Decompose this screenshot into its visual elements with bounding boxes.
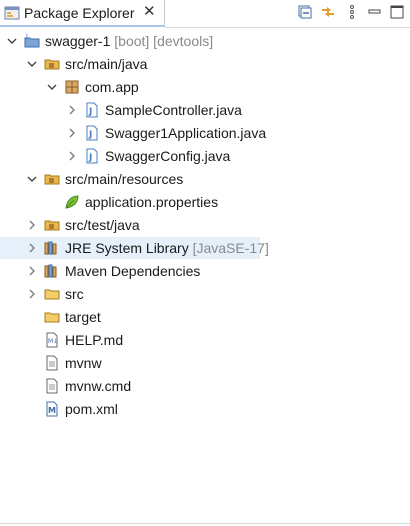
tree-row-src-test-java[interactable]: src/test/java [0,214,410,236]
view-tab-bar: Package Explorer ✕ [0,0,410,28]
tree-row-src-main-java[interactable]: src/main/java [0,53,410,75]
tree-row-swagger1-application[interactable]: J Swagger1Application.java [0,122,410,144]
svg-text:J: J [88,107,92,117]
collapse-all-icon[interactable] [297,4,313,20]
tree-row-maven-dependencies[interactable]: Maven Dependencies [0,260,410,282]
tree-row-package-com-app[interactable]: com.app [0,76,410,98]
tree-row-folder-src[interactable]: src [0,283,410,305]
folder-icon [44,286,60,302]
jre-library-decoration: [JavaSE-17] [192,240,269,256]
pom-xml-label: pom.xml [65,401,118,417]
chevron-right-icon[interactable] [26,217,38,233]
svg-text:J: J [88,130,92,140]
library-icon [44,263,60,279]
tree-row-pom-xml[interactable]: M pom.xml [0,398,410,420]
src-main-resources-label: src/main/resources [65,171,184,187]
tree-row-mvnw[interactable]: mvnw [0,352,410,374]
project-label: swagger-1 [boot] [devtools] [45,33,213,49]
java-file-icon: J [84,125,100,141]
chevron-right-icon[interactable] [66,102,78,118]
chevron-right-icon[interactable] [66,125,78,141]
source-folder-icon [44,171,60,187]
src-test-java-label: src/test/java [65,217,140,233]
link-with-editor-icon[interactable] [320,4,336,20]
folder-src-label: src [65,286,84,302]
java-file-icon: J [84,148,100,164]
source-folder-icon [44,56,60,72]
tab-bar-divider [165,27,410,28]
chevron-right-icon[interactable] [26,263,38,279]
package-com-app-label: com.app [85,79,139,95]
project-name: swagger-1 [45,33,111,49]
tree-row-swagger-config[interactable]: J SwaggerConfig.java [0,145,410,167]
chevron-down-icon[interactable] [26,171,38,187]
package-explorer-tab[interactable]: Package Explorer ✕ [0,0,165,27]
chevron-down-icon[interactable] [6,33,18,49]
tree-row-src-main-resources[interactable]: src/main/resources [0,168,410,190]
svg-text:J: J [25,33,28,40]
chevron-down-icon[interactable] [26,56,38,72]
source-folder-icon [44,217,60,233]
tab-title: Package Explorer [24,5,135,21]
chevron-down-icon[interactable] [46,79,58,95]
mvnw-cmd-label: mvnw.cmd [65,378,132,394]
tree-row-sample-controller[interactable]: J SampleController.java [0,99,410,121]
tree-row-mvnw-cmd[interactable]: mvnw.cmd [0,375,410,397]
swagger-config-label: SwaggerConfig.java [105,148,231,164]
maven-dependencies-label: Maven Dependencies [65,263,201,279]
help-md-label: HELP.md [65,332,124,348]
chevron-right-icon[interactable] [26,286,38,302]
chevron-right-icon[interactable] [26,240,38,256]
text-file-icon [44,355,60,371]
svg-text:J: J [88,153,92,163]
src-main-java-label: src/main/java [65,56,148,72]
project-decoration: [boot] [devtools] [114,33,214,49]
java-file-icon: J [84,102,100,118]
maven-pom-icon: M [44,401,60,417]
chevron-right-icon[interactable] [66,148,78,164]
folder-target-label: target [65,309,101,325]
package-icon [64,79,80,95]
sample-controller-label: SampleController.java [105,102,242,118]
svg-text:M: M [48,406,56,415]
jre-library-name: JRE System Library [65,240,189,256]
spring-leaf-icon [64,194,80,210]
swagger1-application-label: Swagger1Application.java [105,125,267,141]
active-tab-indicator [0,25,165,27]
mvnw-label: mvnw [65,355,102,371]
tree-row-application-properties[interactable]: application.properties [0,191,410,213]
tree-row-folder-target[interactable]: target [0,306,410,328]
maximize-icon[interactable] [389,4,405,20]
tree-row-help-md[interactable]: M↓ HELP.md [0,329,410,351]
close-icon[interactable]: ✕ [143,4,156,20]
tree-row-jre-system-library[interactable]: JRE System Library [JavaSE-17] [0,237,269,259]
text-file-icon [44,378,60,394]
view-menu-icon[interactable] [344,4,360,20]
tree-row-project[interactable]: J swagger-1 [boot] [devtools] [0,30,410,52]
library-icon [44,240,60,256]
svg-text:M↓: M↓ [48,338,58,345]
view-bottom-border [0,523,410,524]
jre-library-label: JRE System Library [JavaSE-17] [65,240,269,256]
markdown-file-icon: M↓ [44,332,60,348]
minimize-icon[interactable] [366,4,382,20]
package-explorer-icon [4,5,20,21]
application-properties-label: application.properties [85,194,219,210]
folder-icon [44,309,60,325]
java-project-icon: J [24,33,40,49]
